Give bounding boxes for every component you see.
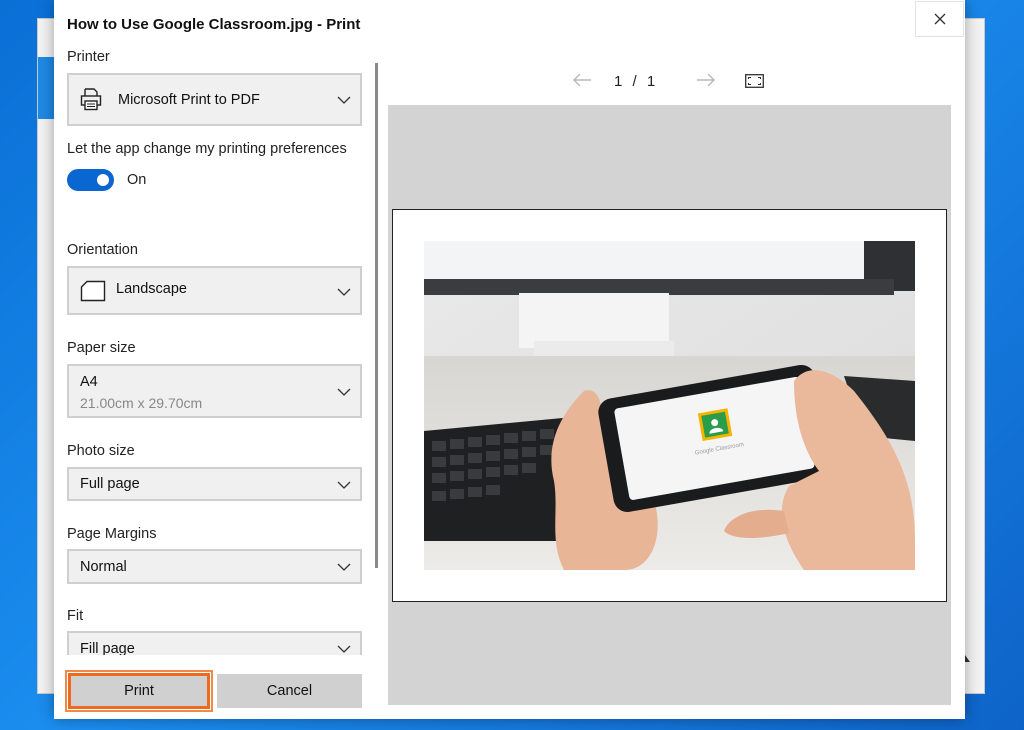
- chevron-down-icon: [337, 563, 351, 571]
- print-preview-area: Google Classroom: [388, 105, 951, 705]
- page-margins-value: Normal: [80, 559, 127, 575]
- previous-page-icon[interactable]: [572, 72, 592, 88]
- toggle-knob: [97, 174, 109, 186]
- fit-label: Fit: [67, 608, 84, 624]
- cancel-button[interactable]: Cancel: [217, 674, 362, 708]
- paper-size-value: A4: [80, 374, 98, 390]
- page-landscape-icon: [80, 280, 106, 302]
- print-button[interactable]: Print: [65, 670, 213, 712]
- orientation-dropdown[interactable]: Landscape: [67, 266, 362, 315]
- paper-size-dropdown[interactable]: A4 21.00cm x 29.70cm: [67, 364, 362, 418]
- page-margins-dropdown[interactable]: Normal: [67, 549, 362, 584]
- page-margins-label: Page Margins: [67, 526, 157, 542]
- printer-value: Microsoft Print to PDF: [118, 92, 260, 108]
- chevron-down-icon: [337, 288, 351, 296]
- action-bar: Print Cancel: [54, 655, 376, 719]
- orientation-value: Landscape: [116, 281, 187, 297]
- settings-scrollbar[interactable]: [375, 63, 378, 568]
- preferences-label: Let the app change my printing preferenc…: [67, 141, 347, 157]
- preferences-state: On: [127, 172, 147, 188]
- close-button[interactable]: [915, 1, 964, 37]
- chevron-down-icon: [337, 388, 351, 396]
- chevron-down-icon: [337, 481, 351, 489]
- photo-size-value: Full page: [80, 476, 140, 492]
- paper-size-label: Paper size: [67, 340, 136, 356]
- preview-page: Google Classroom: [392, 209, 947, 602]
- next-page-icon[interactable]: [696, 72, 716, 88]
- printer-label: Printer: [67, 49, 110, 65]
- photo-size-dropdown[interactable]: Full page: [67, 467, 362, 501]
- classroom-photo: Google Classroom: [424, 241, 915, 570]
- chevron-down-icon: [337, 96, 351, 104]
- preview-photo: Google Classroom: [424, 241, 915, 570]
- printer-dropdown[interactable]: Microsoft Print to PDF: [67, 73, 362, 126]
- page-indicator: 1 / 1: [614, 73, 656, 90]
- settings-panel: Printer Microsoft Print to PDF Let the a…: [54, 0, 376, 719]
- close-icon: [934, 13, 945, 25]
- print-dialog: How to Use Google Classroom.jpg - Print …: [54, 0, 965, 719]
- preferences-toggle[interactable]: [67, 169, 114, 191]
- chevron-down-icon: [337, 645, 351, 653]
- orientation-label: Orientation: [67, 242, 138, 258]
- fit-to-window-icon[interactable]: [745, 74, 764, 88]
- paper-size-detail: 21.00cm x 29.70cm: [80, 395, 203, 411]
- photo-size-label: Photo size: [67, 443, 135, 459]
- printer-icon: [80, 88, 102, 111]
